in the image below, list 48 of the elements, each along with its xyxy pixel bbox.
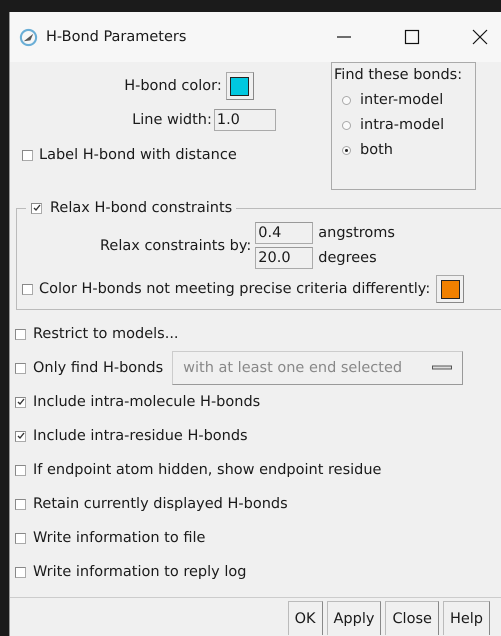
checkbox[interactable] <box>15 566 26 578</box>
radio-label: both <box>360 142 393 158</box>
radio-button[interactable] <box>342 146 351 154</box>
checkbox-label: Only find H-bonds <box>33 360 164 376</box>
app-icon <box>19 28 38 46</box>
close-icon[interactable] <box>472 29 488 45</box>
checkbox[interactable] <box>31 202 42 214</box>
checkbox-label: Write information to reply log <box>33 564 246 580</box>
input-field[interactable]: 0.4 <box>255 222 314 244</box>
checkbox[interactable] <box>15 498 26 510</box>
maximize-icon[interactable] <box>404 29 420 45</box>
checkbox[interactable] <box>22 150 33 160</box>
checkbox-label: Color H-bonds not meeting precise criteria differently: <box>39 281 430 297</box>
checkbox-label: Write information to file <box>33 530 206 546</box>
window-title: H-Bond Parameters <box>46 29 186 45</box>
checkbox-label: Label H-bond with distance <box>39 147 237 163</box>
dialog-button[interactable]: Apply <box>326 601 382 635</box>
checkbox-label: If endpoint atom hidden, show endpoint residue <box>33 462 382 478</box>
color-swatch[interactable] <box>436 275 464 303</box>
checkbox[interactable] <box>15 396 26 408</box>
unit-label: angstroms <box>318 225 395 241</box>
input-field[interactable]: 20.0 <box>255 247 314 269</box>
radio-label: intra-model <box>360 117 444 133</box>
dialog-button[interactable]: Close <box>385 601 439 635</box>
radio-button[interactable] <box>342 96 351 104</box>
line-width-label: Line width: <box>132 112 212 128</box>
checkbox[interactable] <box>15 532 26 544</box>
checkbox[interactable] <box>15 328 26 340</box>
checkbox[interactable] <box>22 284 33 294</box>
checkbox-label: Relax H-bond constraints <box>50 200 232 216</box>
unit-label: degrees <box>318 250 377 266</box>
checkbox-label: Include intra-molecule H-bonds <box>33 394 260 410</box>
panel-title: Find these bonds: <box>334 67 464 83</box>
dialog-button[interactable]: Help <box>442 601 490 635</box>
dialog-button[interactable]: OK <box>288 601 322 635</box>
dropdown-indicator-icon <box>432 365 452 371</box>
color-label: H-bond color: <box>124 78 222 94</box>
checkbox[interactable] <box>15 362 26 374</box>
checkbox-label: Include intra-residue H-bonds <box>33 428 248 444</box>
checkbox[interactable] <box>15 430 26 442</box>
color-swatch[interactable] <box>226 72 254 100</box>
relax-label: Relax constraints by: <box>100 238 252 254</box>
checkbox[interactable] <box>15 464 26 476</box>
radio-button[interactable] <box>342 120 351 130</box>
checkbox-label: Retain currently displayed H-bonds <box>33 496 288 512</box>
radio-label: inter-model <box>360 92 444 108</box>
input-field[interactable]: 1.0 <box>214 109 276 131</box>
checkbox-label: Restrict to models... <box>33 326 179 342</box>
